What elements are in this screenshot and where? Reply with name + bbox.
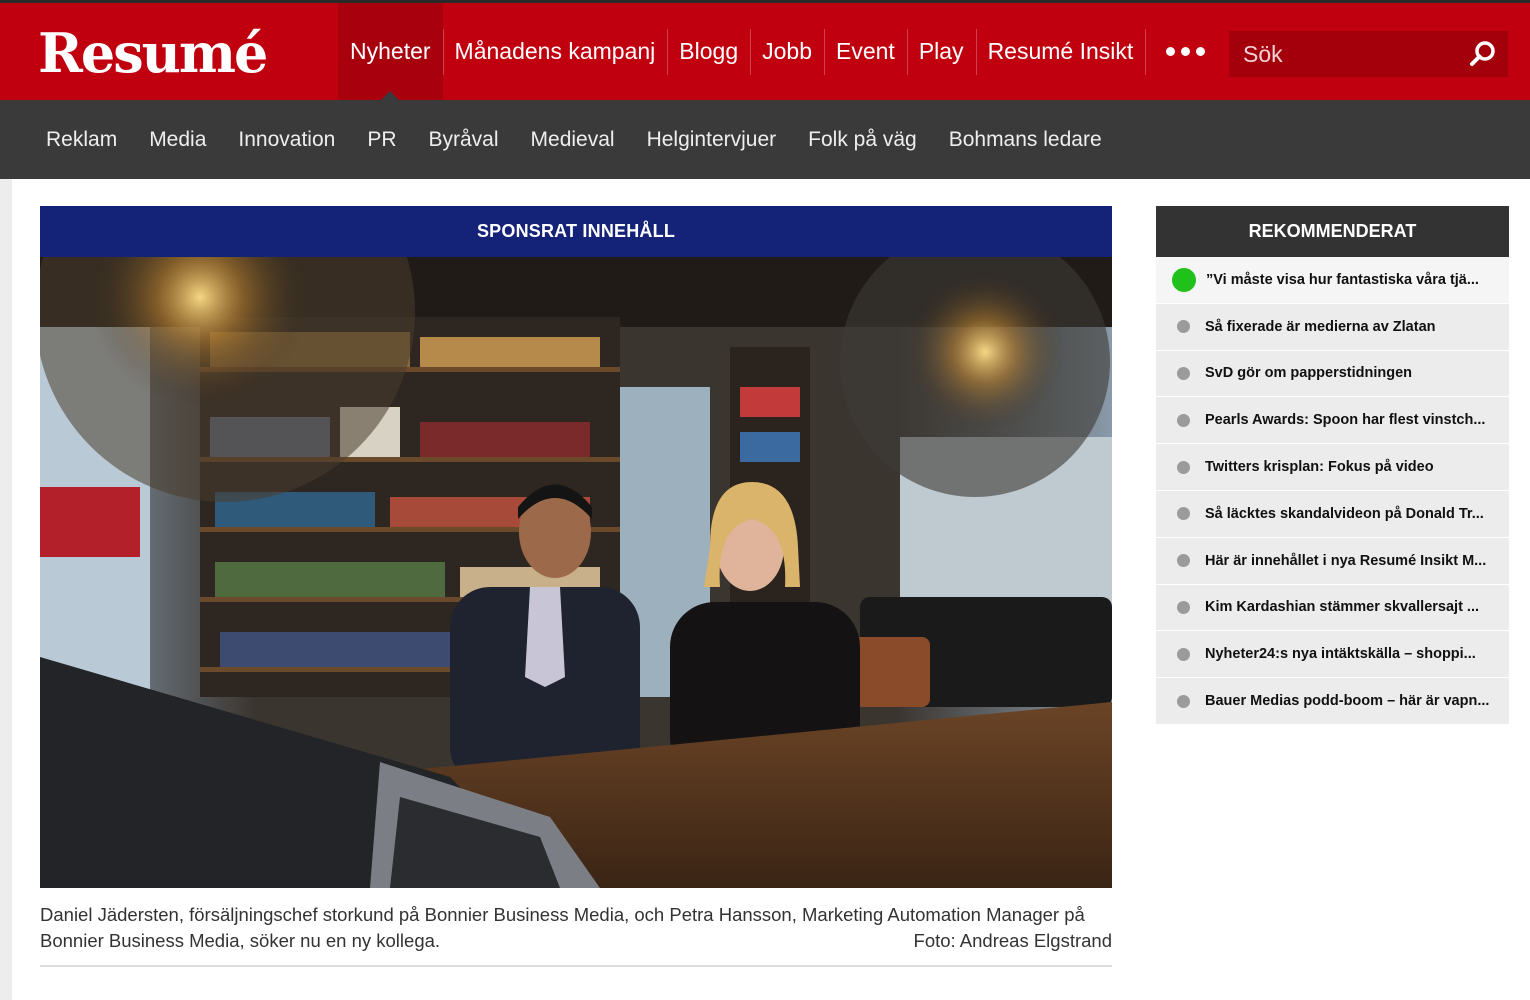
- recommended-item-title: ”Vi måste visa hur fantastiska våra tjä.…: [1206, 271, 1479, 288]
- subnav-item-media[interactable]: Media: [133, 128, 222, 152]
- nav-item-resume-insikt[interactable]: Resumé Insikt: [975, 3, 1146, 100]
- subnav-item-folk-pa-vag[interactable]: Folk på väg: [792, 128, 933, 152]
- left-gutter: [0, 179, 12, 1000]
- recommended-item-title: Här är innehållet i nya Resumé Insikt M.…: [1205, 552, 1487, 569]
- subnav-item-pr[interactable]: PR: [351, 128, 412, 152]
- subnav-item-medieval[interactable]: Medieval: [515, 128, 631, 152]
- recommended-item[interactable]: SvD gör om papperstidningen: [1156, 350, 1509, 398]
- recommended-item[interactable]: Kim Kardashian stämmer skvallersajt ...: [1156, 584, 1509, 632]
- bullet-icon: [1177, 694, 1190, 708]
- resume-logo[interactable]: Resumé: [38, 23, 268, 83]
- recommended-item[interactable]: Så läcktes skandalvideon på Donald Tr...: [1156, 490, 1509, 538]
- bullet-icon: [1177, 366, 1190, 380]
- recommended-item-title: Kim Kardashian stämmer skvallersajt ...: [1205, 599, 1480, 616]
- search-input[interactable]: [1229, 31, 1459, 77]
- bullet-icon: [1177, 507, 1190, 521]
- recommended-item-title: Pearls Awards: Spoon har flest vinstch..…: [1205, 412, 1486, 429]
- subnav-item-byraval[interactable]: Byråval: [413, 128, 515, 152]
- secondary-nav: Reklam Media Innovation PR Byråval Medie…: [0, 100, 1530, 179]
- recommended-item[interactable]: Nyheter24:s nya intäktskälla – shoppi...: [1156, 631, 1509, 679]
- photo-caption: Daniel Jädersten, försäljningschef stork…: [40, 902, 1112, 953]
- bullet-icon: [1177, 647, 1190, 661]
- subnav-item-bohmans-ledare[interactable]: Bohmans ledare: [933, 128, 1118, 152]
- top-navigation-bar: Resumé Nyheter Månadens kampanj Blogg Jo…: [0, 0, 1530, 103]
- bullet-icon: [1177, 320, 1190, 334]
- caption-divider: [40, 965, 1112, 967]
- sponsored-content-banner: SPONSRAT INNEHÅLL: [40, 206, 1112, 257]
- subnav-item-innovation[interactable]: Innovation: [222, 128, 351, 152]
- bullet-icon: [1177, 554, 1190, 568]
- recommended-item[interactable]: Bauer Medias podd-boom – här är vapn...: [1156, 678, 1509, 725]
- recommended-item-title: Twitters krisplan: Fokus på video: [1205, 459, 1434, 476]
- live-indicator-icon: [1172, 267, 1196, 292]
- nav-item-nyheter[interactable]: Nyheter: [338, 3, 443, 103]
- nav-item-manadens-kampanj[interactable]: Månadens kampanj: [442, 3, 668, 100]
- recommended-item[interactable]: Pearls Awards: Spoon har flest vinstch..…: [1156, 397, 1509, 445]
- recommended-item-title: Så läcktes skandalvideon på Donald Tr...: [1205, 505, 1484, 522]
- office-photo-illustration: [40, 257, 1112, 888]
- nav-item-play[interactable]: Play: [906, 3, 976, 100]
- recommended-list: ”Vi måste visa hur fantastiska våra tjä.…: [1156, 257, 1509, 725]
- bullet-icon: [1177, 600, 1190, 614]
- primary-nav: Nyheter Månadens kampanj Blogg Jobb Even…: [338, 3, 1225, 103]
- recommended-item[interactable]: ”Vi måste visa hur fantastiska våra tjä.…: [1156, 257, 1509, 304]
- recommended-item-title: Nyheter24:s nya intäktskälla – shoppi...: [1205, 646, 1476, 663]
- nav-item-jobb[interactable]: Jobb: [750, 3, 824, 100]
- bullet-icon: [1177, 460, 1190, 474]
- recommended-item[interactable]: Så fixerade är medierna av Zlatan: [1156, 303, 1509, 351]
- photo-credit: Foto: Andreas Elgstrand: [913, 929, 1112, 951]
- search-icon[interactable]: [1468, 39, 1498, 69]
- more-dots-icon[interactable]: [1145, 3, 1225, 100]
- recommended-item-title: Så fixerade är medierna av Zlatan: [1205, 318, 1436, 335]
- bullet-icon: [1177, 413, 1190, 427]
- recommended-item-title: SvD gör om papperstidningen: [1205, 365, 1413, 382]
- subnav-item-reklam[interactable]: Reklam: [30, 128, 133, 152]
- article-photo: [40, 257, 1112, 888]
- recommended-heading: REKOMMENDERAT: [1156, 206, 1509, 257]
- nav-item-blogg[interactable]: Blogg: [667, 3, 750, 100]
- search-box: [1229, 31, 1508, 77]
- recommended-item[interactable]: Twitters krisplan: Fokus på video: [1156, 444, 1509, 491]
- nav-item-event[interactable]: Event: [823, 3, 907, 100]
- recommended-item[interactable]: Här är innehållet i nya Resumé Insikt M.…: [1156, 537, 1509, 585]
- subnav-item-helgintervjuer[interactable]: Helgintervjuer: [631, 128, 793, 152]
- recommended-item-title: Bauer Medias podd-boom – här är vapn...: [1205, 693, 1490, 710]
